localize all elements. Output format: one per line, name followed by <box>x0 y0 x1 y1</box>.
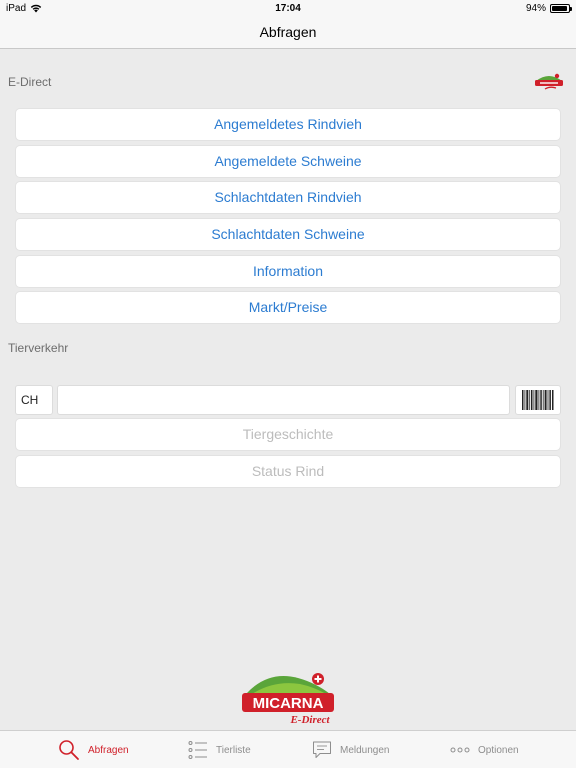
tab-abfragen[interactable]: Abfragen <box>58 731 129 768</box>
tab-label: Optionen <box>478 744 519 756</box>
logo-text: MICARNA <box>253 695 324 712</box>
angemeldetes-rindvieh-button[interactable]: Angemeldetes Rindvieh <box>15 108 561 141</box>
schlachtdaten-rindvieh-button[interactable]: Schlachtdaten Rindvieh <box>15 181 561 214</box>
animal-number-input[interactable] <box>57 385 510 415</box>
more-icon <box>450 747 470 753</box>
country-code-field[interactable]: CH <box>15 385 53 415</box>
markt-preise-button[interactable]: Markt/Preise <box>15 291 561 324</box>
tab-tierliste[interactable]: Tierliste <box>188 731 251 768</box>
battery-fill <box>552 6 568 11</box>
tab-bar: Abfragen Tierliste Meldungen Optionen <box>0 730 576 768</box>
angemeldete-schweine-button[interactable]: Angemeldete Schweine <box>15 145 561 178</box>
status-right: 94% <box>525 3 572 14</box>
navigation-bar: Abfragen <box>0 18 576 49</box>
schlachtdaten-schweine-button[interactable]: Schlachtdaten Schweine <box>15 218 561 251</box>
section-label-edirect: E-Direct <box>8 75 52 89</box>
status-rind-button[interactable]: Status Rind <box>15 455 561 488</box>
message-icon <box>313 741 331 758</box>
status-bar: iPad 17:04 94% <box>0 0 576 18</box>
search-icon <box>59 740 79 760</box>
section-label-tierverkehr: Tierverkehr <box>8 341 69 355</box>
micarna-edirect-logo: MICARNA E-Direct <box>242 673 334 726</box>
tab-label: Meldungen <box>340 744 390 756</box>
logo-subtext: E-Direct <box>289 714 330 726</box>
status-time: 17:04 <box>275 3 301 14</box>
battery-percent: 94% <box>525 3 546 14</box>
tab-meldungen[interactable]: Meldungen <box>312 731 389 768</box>
barcode-icon <box>522 390 554 410</box>
tab-label: Tierliste <box>216 744 251 756</box>
list-icon <box>188 741 207 759</box>
micarna-logo-small <box>535 73 563 90</box>
barcode-scan-button[interactable] <box>515 385 561 415</box>
information-button[interactable]: Information <box>15 255 561 288</box>
tab-label: Abfragen <box>88 744 129 756</box>
tab-optionen[interactable]: Optionen <box>450 731 519 768</box>
page-title: Abfragen <box>259 24 317 40</box>
tiergeschichte-button[interactable]: Tiergeschichte <box>15 418 561 451</box>
battery-icon <box>550 4 572 13</box>
